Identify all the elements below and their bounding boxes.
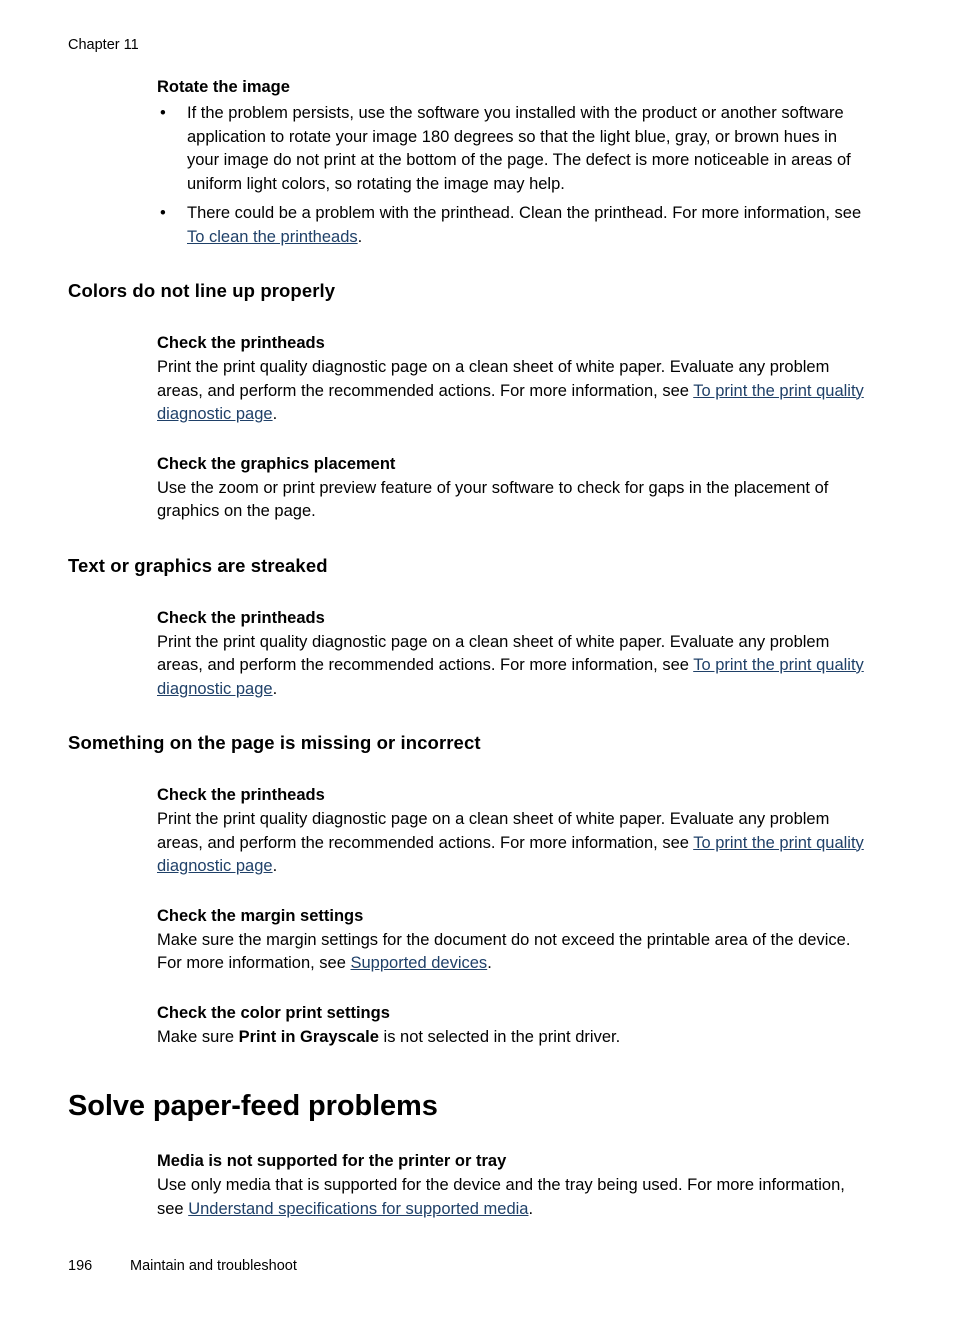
list-item: • If the problem persists, use the softw…	[157, 102, 868, 196]
heading-check-the-printheads: Check the printheads	[157, 608, 325, 627]
subsection-check-the-printheads: Check the printheads Print the print qua…	[157, 784, 868, 879]
subsection-media-is-not-supported: Media is not supported for the printer o…	[157, 1150, 868, 1221]
heading-check-the-margin-settings: Check the margin settings	[157, 906, 364, 925]
section-rotate-the-image: Rotate the image • If the problem persis…	[157, 76, 868, 249]
section-colors-body: Check the printheads Print the print qua…	[157, 332, 868, 524]
paragraph-check-the-printheads: Print the print quality diagnostic page …	[157, 631, 868, 702]
paragraph-check-the-color-print-settings: Make sure Print in Grayscale is not sele…	[157, 1026, 868, 1050]
subsection-check-the-margin-settings: Check the margin settings Make sure the …	[157, 905, 868, 976]
subsection-check-the-color-print-settings: Check the color print settings Make sure…	[157, 1002, 868, 1050]
heading-check-the-graphics-placement: Check the graphics placement	[157, 454, 396, 473]
list-item-text: If the problem persists, use the softwar…	[187, 104, 851, 193]
list-item-text-pre: There could be a problem with the printh…	[187, 204, 862, 222]
list-item-text: There could be a problem with the printh…	[187, 204, 861, 246]
paragraph-check-the-printheads: Print the print quality diagnostic page …	[157, 356, 868, 427]
heading-text-or-graphics-are-streaked: Text or graphics are streaked	[68, 554, 328, 576]
heading-check-the-printheads: Check the printheads	[157, 786, 325, 804]
page-content: Rotate the image • If the problem persis…	[68, 76, 868, 1221]
rotate-image-bullet-list: • If the problem persists, use the softw…	[157, 102, 868, 249]
paragraph-check-the-graphics-placement: Use the zoom or print preview feature of…	[157, 478, 829, 521]
paragraph-check-the-margin-settings: Make sure the margin settings for the do…	[157, 929, 868, 976]
heading-media-is-not-supported-for-the-printer-or-tray: Media is not supported for the printer o…	[157, 1152, 507, 1170]
running-header-chapter: Chapter 11	[68, 37, 139, 53]
heading-something-on-the-page-is-missing-or-incorrect: Something on the page is missing or inco…	[68, 732, 481, 753]
paragraph-text-post: .	[272, 679, 278, 698]
link-supported-devices[interactable]: Supported devices	[351, 954, 488, 972]
paragraph-text-pre: Make sure	[157, 1027, 239, 1046]
document-page: Chapter 11 Rotate the image • If the pro…	[0, 0, 954, 1321]
paragraph-text-post: .	[272, 405, 278, 423]
paragraph-text-post: .	[487, 954, 492, 972]
paragraph-text-post: .	[272, 857, 278, 875]
paragraph-text-post: .	[528, 1199, 534, 1218]
bullet-marker-icon: •	[160, 104, 166, 122]
emphasis-print-in-grayscale: Print in Grayscale	[238, 1027, 379, 1046]
paragraph-media-is-not-supported: Use only media that is supported for the…	[157, 1174, 868, 1221]
section-streaked-body: Check the printheads Print the print qua…	[157, 607, 868, 702]
section-missing-body: Check the printheads Print the print qua…	[157, 784, 868, 1049]
heading-rotate-the-image: Rotate the image	[157, 78, 290, 96]
heading-check-the-color-print-settings: Check the color print settings	[157, 1003, 390, 1022]
link-understand-specifications-for-supported-media[interactable]: Understand specifications for supported …	[188, 1200, 528, 1218]
link-to-clean-the-printheads[interactable]: To clean the printheads	[187, 228, 358, 246]
subsection-check-the-printheads: Check the printheads Print the print qua…	[157, 607, 868, 702]
page-footer: 196 Maintain and troubleshoot	[68, 1257, 297, 1275]
paragraph-text-post: is not selected in the print driver.	[378, 1027, 621, 1046]
footer-page-number: 196	[68, 1258, 93, 1274]
heading-solve-paper-feed-problems: Solve paper-feed problems	[68, 1090, 438, 1122]
bullet-marker-icon: •	[160, 204, 166, 222]
footer-section-title: Maintain and troubleshoot	[130, 1258, 297, 1274]
heading-colors-do-not-line-up-properly: Colors do not line up properly	[68, 280, 336, 301]
section-solve-paper-feed-body: Media is not supported for the printer o…	[157, 1150, 868, 1221]
paragraph-text-pre: Make sure the margin settings for the do…	[157, 930, 851, 973]
subsection-check-the-printheads: Check the printheads Print the print qua…	[157, 332, 868, 427]
list-item-text-post: .	[357, 227, 363, 246]
list-item: • There could be a problem with the prin…	[157, 202, 868, 249]
subsection-check-the-graphics-placement: Check the graphics placement Use the zoo…	[157, 453, 868, 524]
heading-check-the-printheads: Check the printheads	[157, 334, 325, 352]
paragraph-check-the-printheads: Print the print quality diagnostic page …	[157, 808, 868, 879]
